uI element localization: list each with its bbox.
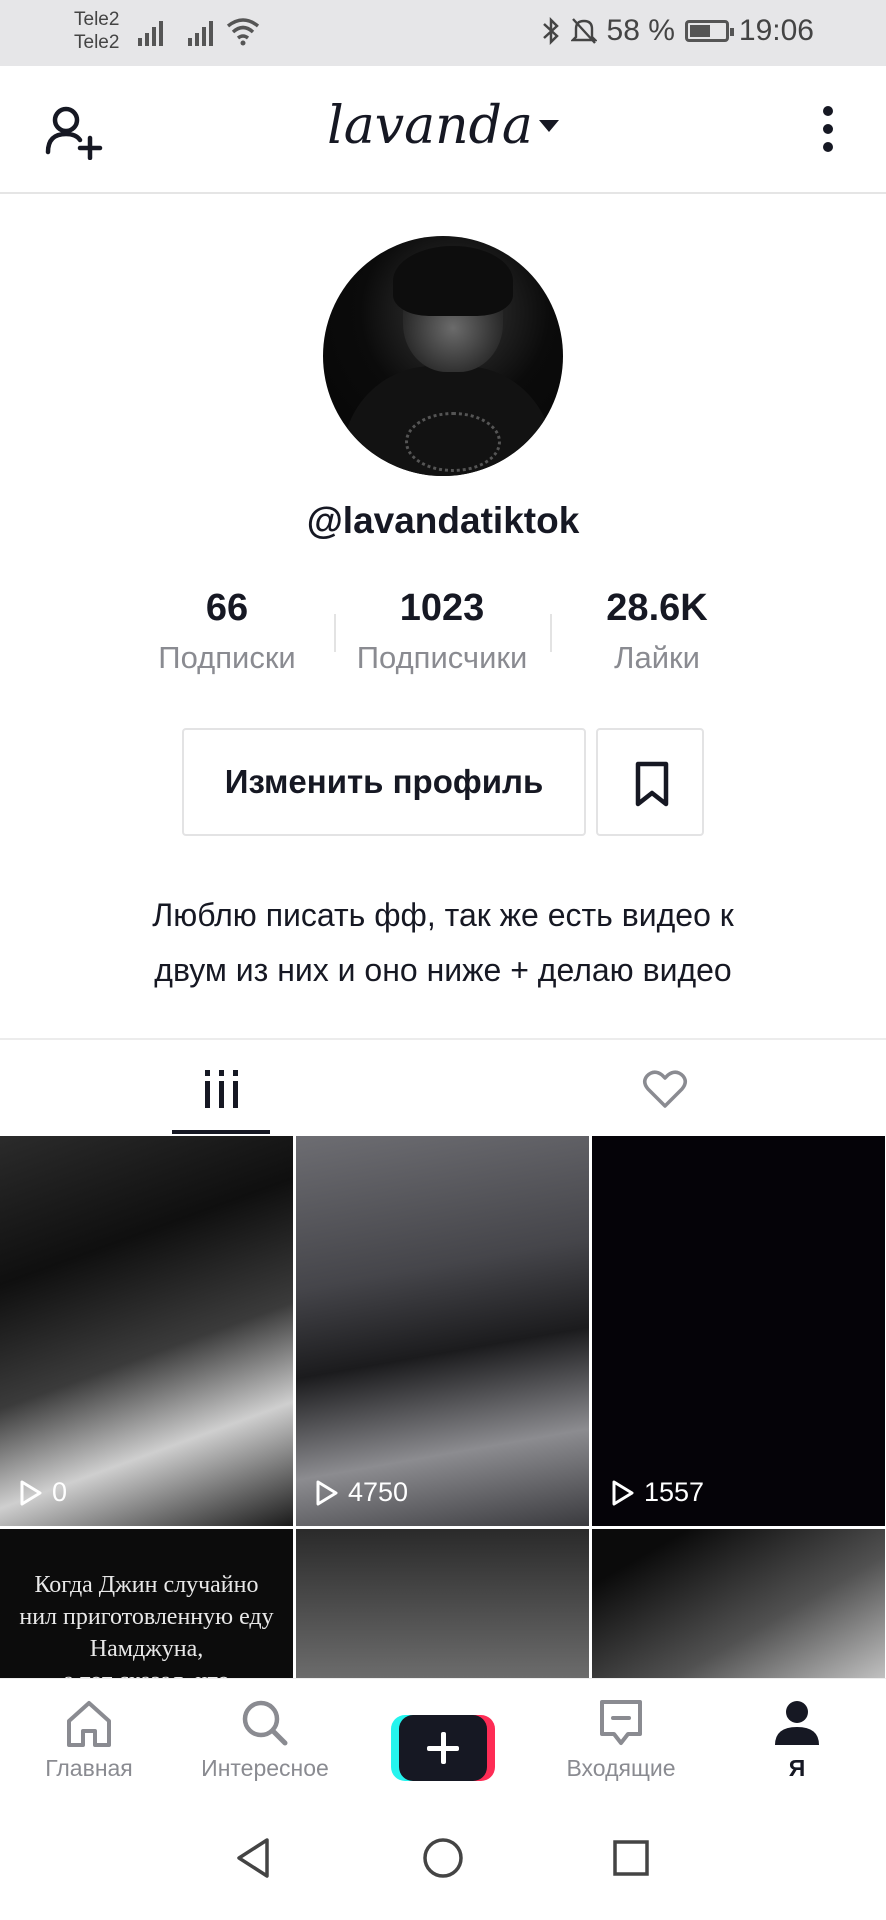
signal-icon (138, 18, 168, 46)
view-count-value: 1557 (644, 1477, 705, 1507)
edit-profile-button[interactable]: Изменить профиль (182, 728, 586, 836)
stat-likes[interactable]: 28.6K Лайки (547, 584, 767, 680)
chevron-down-icon[interactable] (538, 120, 559, 132)
profile-bio: Люблю писать фф, так же есть видео к дву… (60, 888, 826, 998)
carrier-2: Tele2 (74, 32, 120, 53)
favorites-button[interactable] (596, 728, 704, 836)
video-caption: Когда Джин случайно нил приготовленную е… (0, 1569, 293, 1678)
play-icon (316, 1480, 338, 1505)
view-count: 4750 (314, 1477, 408, 1508)
nav-label: Главная (45, 1755, 133, 1781)
stat-followers[interactable]: 1023 Подписчики (332, 584, 552, 680)
back-icon[interactable] (233, 1836, 273, 1880)
create-plus-icon[interactable] (391, 1715, 495, 1781)
bluetooth-icon (542, 16, 559, 46)
more-vertical-icon[interactable] (822, 106, 834, 156)
caption-line: нил приготовленную еду (19, 1604, 274, 1630)
stat-value: 1023 (399, 587, 485, 629)
stat-label: Подписчики (356, 640, 528, 675)
inbox-icon (600, 1700, 642, 1745)
nav-discover[interactable]: Интересное (180, 1697, 350, 1782)
video-thumbnail[interactable]: 0 (0, 1136, 293, 1526)
video-thumbnail[interactable] (592, 1529, 885, 1678)
nav-label: Входящие (566, 1755, 676, 1781)
video-thumbnail[interactable] (296, 1529, 589, 1678)
stat-label: Лайки (614, 640, 700, 675)
tab-videos[interactable] (0, 1040, 443, 1136)
account-switcher[interactable]: lavanda (0, 96, 886, 156)
caption-line: а тот сказал, что (0, 1665, 293, 1678)
recents-square-icon[interactable] (611, 1836, 651, 1880)
video-thumbnail[interactable]: 4750 (296, 1136, 589, 1526)
video-thumbnail[interactable]: 1557 (592, 1136, 885, 1526)
status-right: 58 % 19:06 (541, 14, 814, 48)
bio-line: двум из них и оно ниже + делаю видео (154, 952, 732, 988)
nav-label: Я (788, 1755, 806, 1781)
video-thumbnail[interactable]: Когда Джин случайно нил приготовленную е… (0, 1529, 293, 1678)
liked-heart-icon (642, 1070, 687, 1108)
caption-line: Намджуна, (89, 1636, 204, 1662)
carrier-labels: Tele2 Tele2 (74, 8, 119, 54)
stat-value: 66 (205, 587, 249, 629)
stat-value: 28.6K (606, 587, 708, 629)
caption-line: Когда Джин случайно (34, 1572, 259, 1598)
play-icon (612, 1480, 634, 1505)
video-grid: 0 4750 1557 Когда Джин случайно нил приг… (0, 1136, 886, 1678)
nav-home[interactable]: Главная (4, 1697, 174, 1782)
status-bar: Tele2 Tele2 58 % 19:06 (0, 0, 886, 66)
search-icon (242, 1700, 288, 1746)
system-navigation (0, 1798, 886, 1920)
view-count-value: 0 (52, 1477, 68, 1507)
nav-inbox[interactable]: Входящие (536, 1697, 706, 1782)
active-tab-indicator (172, 1130, 270, 1134)
avatar[interactable] (323, 236, 563, 476)
wifi-icon (226, 18, 260, 46)
bookmark-icon (635, 761, 669, 807)
clock: 19:06 (738, 14, 814, 47)
bio-line: Люблю писать фф, так же есть видео к (152, 897, 734, 933)
bottom-navigation: Главная Интересное Входящие Я (0, 1678, 886, 1798)
profile-icon (775, 1701, 819, 1745)
mute-icon (570, 18, 597, 44)
stat-following[interactable]: 66 Подписки (117, 584, 337, 680)
battery-icon (684, 20, 734, 42)
home-icon (67, 1701, 111, 1747)
videos-grid-icon (204, 1070, 238, 1108)
nav-profile[interactable]: Я (712, 1697, 882, 1782)
battery-percent: 58 % (606, 14, 675, 47)
carrier-1: Tele2 (74, 9, 120, 30)
home-circle-icon[interactable] (421, 1836, 465, 1880)
nav-label: Интересное (201, 1755, 329, 1781)
view-count: 1557 (610, 1477, 704, 1508)
profile-tabs (0, 1038, 886, 1136)
profile-header: lavanda (0, 66, 886, 194)
tab-liked[interactable] (443, 1040, 886, 1136)
play-icon (20, 1480, 42, 1505)
signal-icon (188, 18, 218, 46)
username: @lavandatiktok (306, 500, 580, 541)
stat-label: Подписки (158, 640, 296, 675)
account-name[interactable]: lavanda (327, 96, 533, 156)
view-count: 0 (18, 1477, 67, 1508)
view-count-value: 4750 (348, 1477, 409, 1507)
